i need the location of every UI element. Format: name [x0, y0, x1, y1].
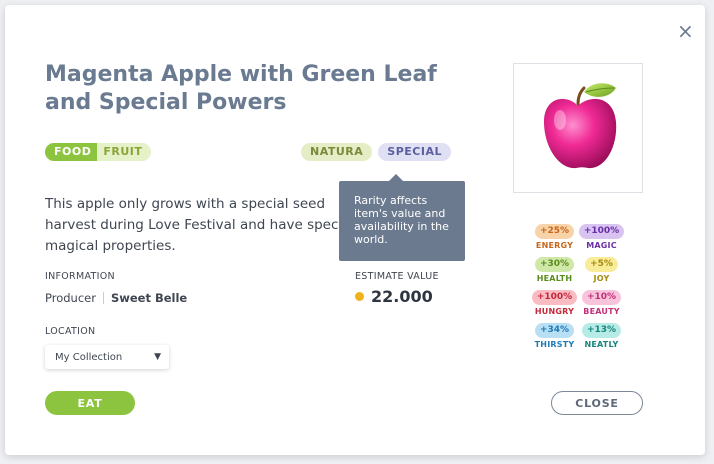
item-detail-modal: × Magenta Apple with Green Leaf and Spec… [5, 5, 705, 455]
type-tags: NATURA SPECIAL [301, 143, 451, 161]
tag-rarity[interactable]: SPECIAL [378, 143, 451, 161]
stat-hungry: +100% HUNGRY [531, 290, 578, 316]
chevron-down-icon: ▼ [154, 352, 161, 362]
rarity-tooltip: Rarity affects item's value and availabi… [339, 174, 465, 261]
stat-name: NEATLY [584, 340, 619, 349]
stat-energy: +25% ENERGY [531, 224, 578, 250]
stat-beauty: +10% BEAUTY [578, 290, 625, 316]
item-title: Magenta Apple with Green Leaf and Specia… [45, 62, 437, 115]
stat-value-badge: +30% [534, 257, 575, 272]
producer-label: Producer [45, 291, 96, 305]
estimate-label: ESTIMATE VALUE [355, 271, 439, 282]
location-select[interactable]: My Collection ▼ [45, 345, 169, 369]
stat-value-badge: +10% [581, 290, 622, 305]
stat-joy: +5% JOY [578, 257, 625, 283]
stat-name: HEALTH [536, 274, 573, 283]
coin-icon [355, 292, 364, 301]
producer-row: Producer Sweet Belle [45, 291, 187, 305]
stat-thirsty: +34% THIRSTY [531, 323, 578, 349]
close-icon[interactable]: × [677, 21, 694, 41]
stat-value-badge: +34% [534, 323, 575, 338]
eat-button[interactable]: EAT [45, 391, 135, 415]
stat-magic: +100% MAGIC [578, 224, 625, 250]
stat-value-badge: +100% [578, 224, 625, 239]
stat-name: JOY [593, 274, 610, 283]
stat-name: MAGIC [586, 241, 617, 250]
stats-grid: +25% ENERGY +100% MAGIC +30% HEALTH +5% JOY +100… [531, 224, 625, 349]
stat-name: ENERGY [535, 241, 574, 250]
location-selected: My Collection [55, 351, 123, 363]
tag-type: NATURA [301, 143, 373, 161]
estimate-value: 22.000 [371, 287, 433, 306]
stat-value-badge: +13% [581, 323, 622, 338]
item-image-frame [513, 63, 643, 193]
stat-neatly: +13% NEATLY [578, 323, 625, 349]
divider [102, 292, 104, 304]
stat-name: THIRSTY [534, 340, 575, 349]
stat-value-badge: +25% [534, 224, 575, 239]
estimate-row: 22.000 [355, 287, 433, 306]
stat-value-badge: +100% [531, 290, 578, 305]
information-label: INFORMATION [45, 271, 115, 282]
tag-subcategory: FRUIT [97, 143, 152, 161]
stat-health: +30% HEALTH [531, 257, 578, 283]
stat-name: BEAUTY [583, 307, 620, 316]
location-label: LOCATION [45, 326, 96, 337]
close-button[interactable]: CLOSE [551, 391, 643, 415]
tag-category: FOOD [45, 143, 98, 161]
category-tags: FOOD FRUIT [45, 143, 152, 161]
tooltip-text: Rarity affects item's value and availabi… [354, 194, 449, 246]
stat-value-badge: +5% [585, 257, 618, 272]
stat-name: HUNGRY [534, 307, 575, 316]
apple-icon [544, 83, 617, 169]
producer-name: Sweet Belle [110, 291, 188, 305]
tooltip-arrow [389, 174, 403, 181]
item-description: This apple only grows with a special see… [45, 196, 355, 254]
